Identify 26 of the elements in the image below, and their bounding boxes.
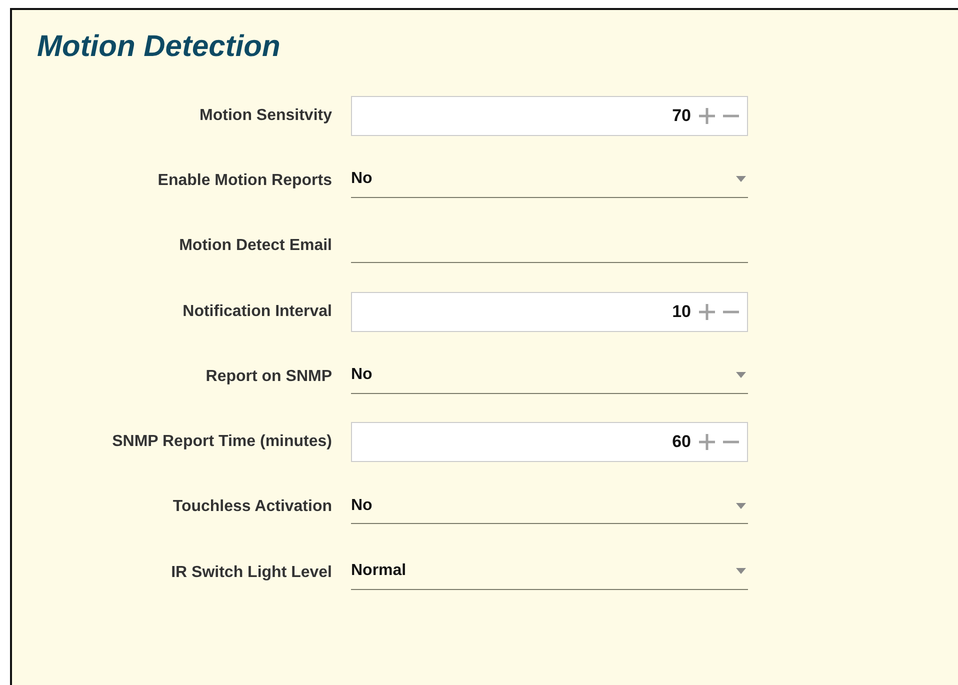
caret-icon	[736, 568, 746, 574]
field-label: Enable Motion Reports	[158, 172, 332, 190]
field-value: 70	[672, 106, 691, 126]
field-label: Motion Detect Email	[179, 237, 332, 256]
number-field[interactable]: 10	[351, 292, 748, 332]
field-label: Touchless Activation	[172, 498, 332, 516]
caret-icon	[736, 502, 746, 509]
number-field[interactable]: 60	[351, 422, 748, 462]
dropdown[interactable]: No	[351, 360, 748, 394]
field-label: SNMP Report Time (minutes)	[112, 433, 332, 452]
dropdown[interactable]: No	[351, 490, 748, 524]
dropdown[interactable]: Normal	[351, 556, 748, 590]
caret-icon	[736, 176, 746, 182]
plus-icon[interactable]	[697, 432, 717, 452]
caret-icon	[736, 372, 746, 378]
dropdown[interactable]: No	[351, 164, 748, 198]
field-label: IR Switch Light Level	[171, 564, 332, 582]
field-value: 60	[672, 432, 691, 452]
plus-icon[interactable]	[697, 106, 717, 126]
field-label: Motion Sensitvity	[200, 106, 332, 125]
field-label: Report on SNMP	[206, 368, 332, 386]
field-label: Notification Interval	[182, 302, 332, 321]
field-value: 10	[672, 302, 691, 322]
plus-icon[interactable]	[697, 302, 717, 322]
number-field[interactable]: 70	[351, 96, 748, 136]
page-title: Motion Detection	[37, 29, 282, 65]
